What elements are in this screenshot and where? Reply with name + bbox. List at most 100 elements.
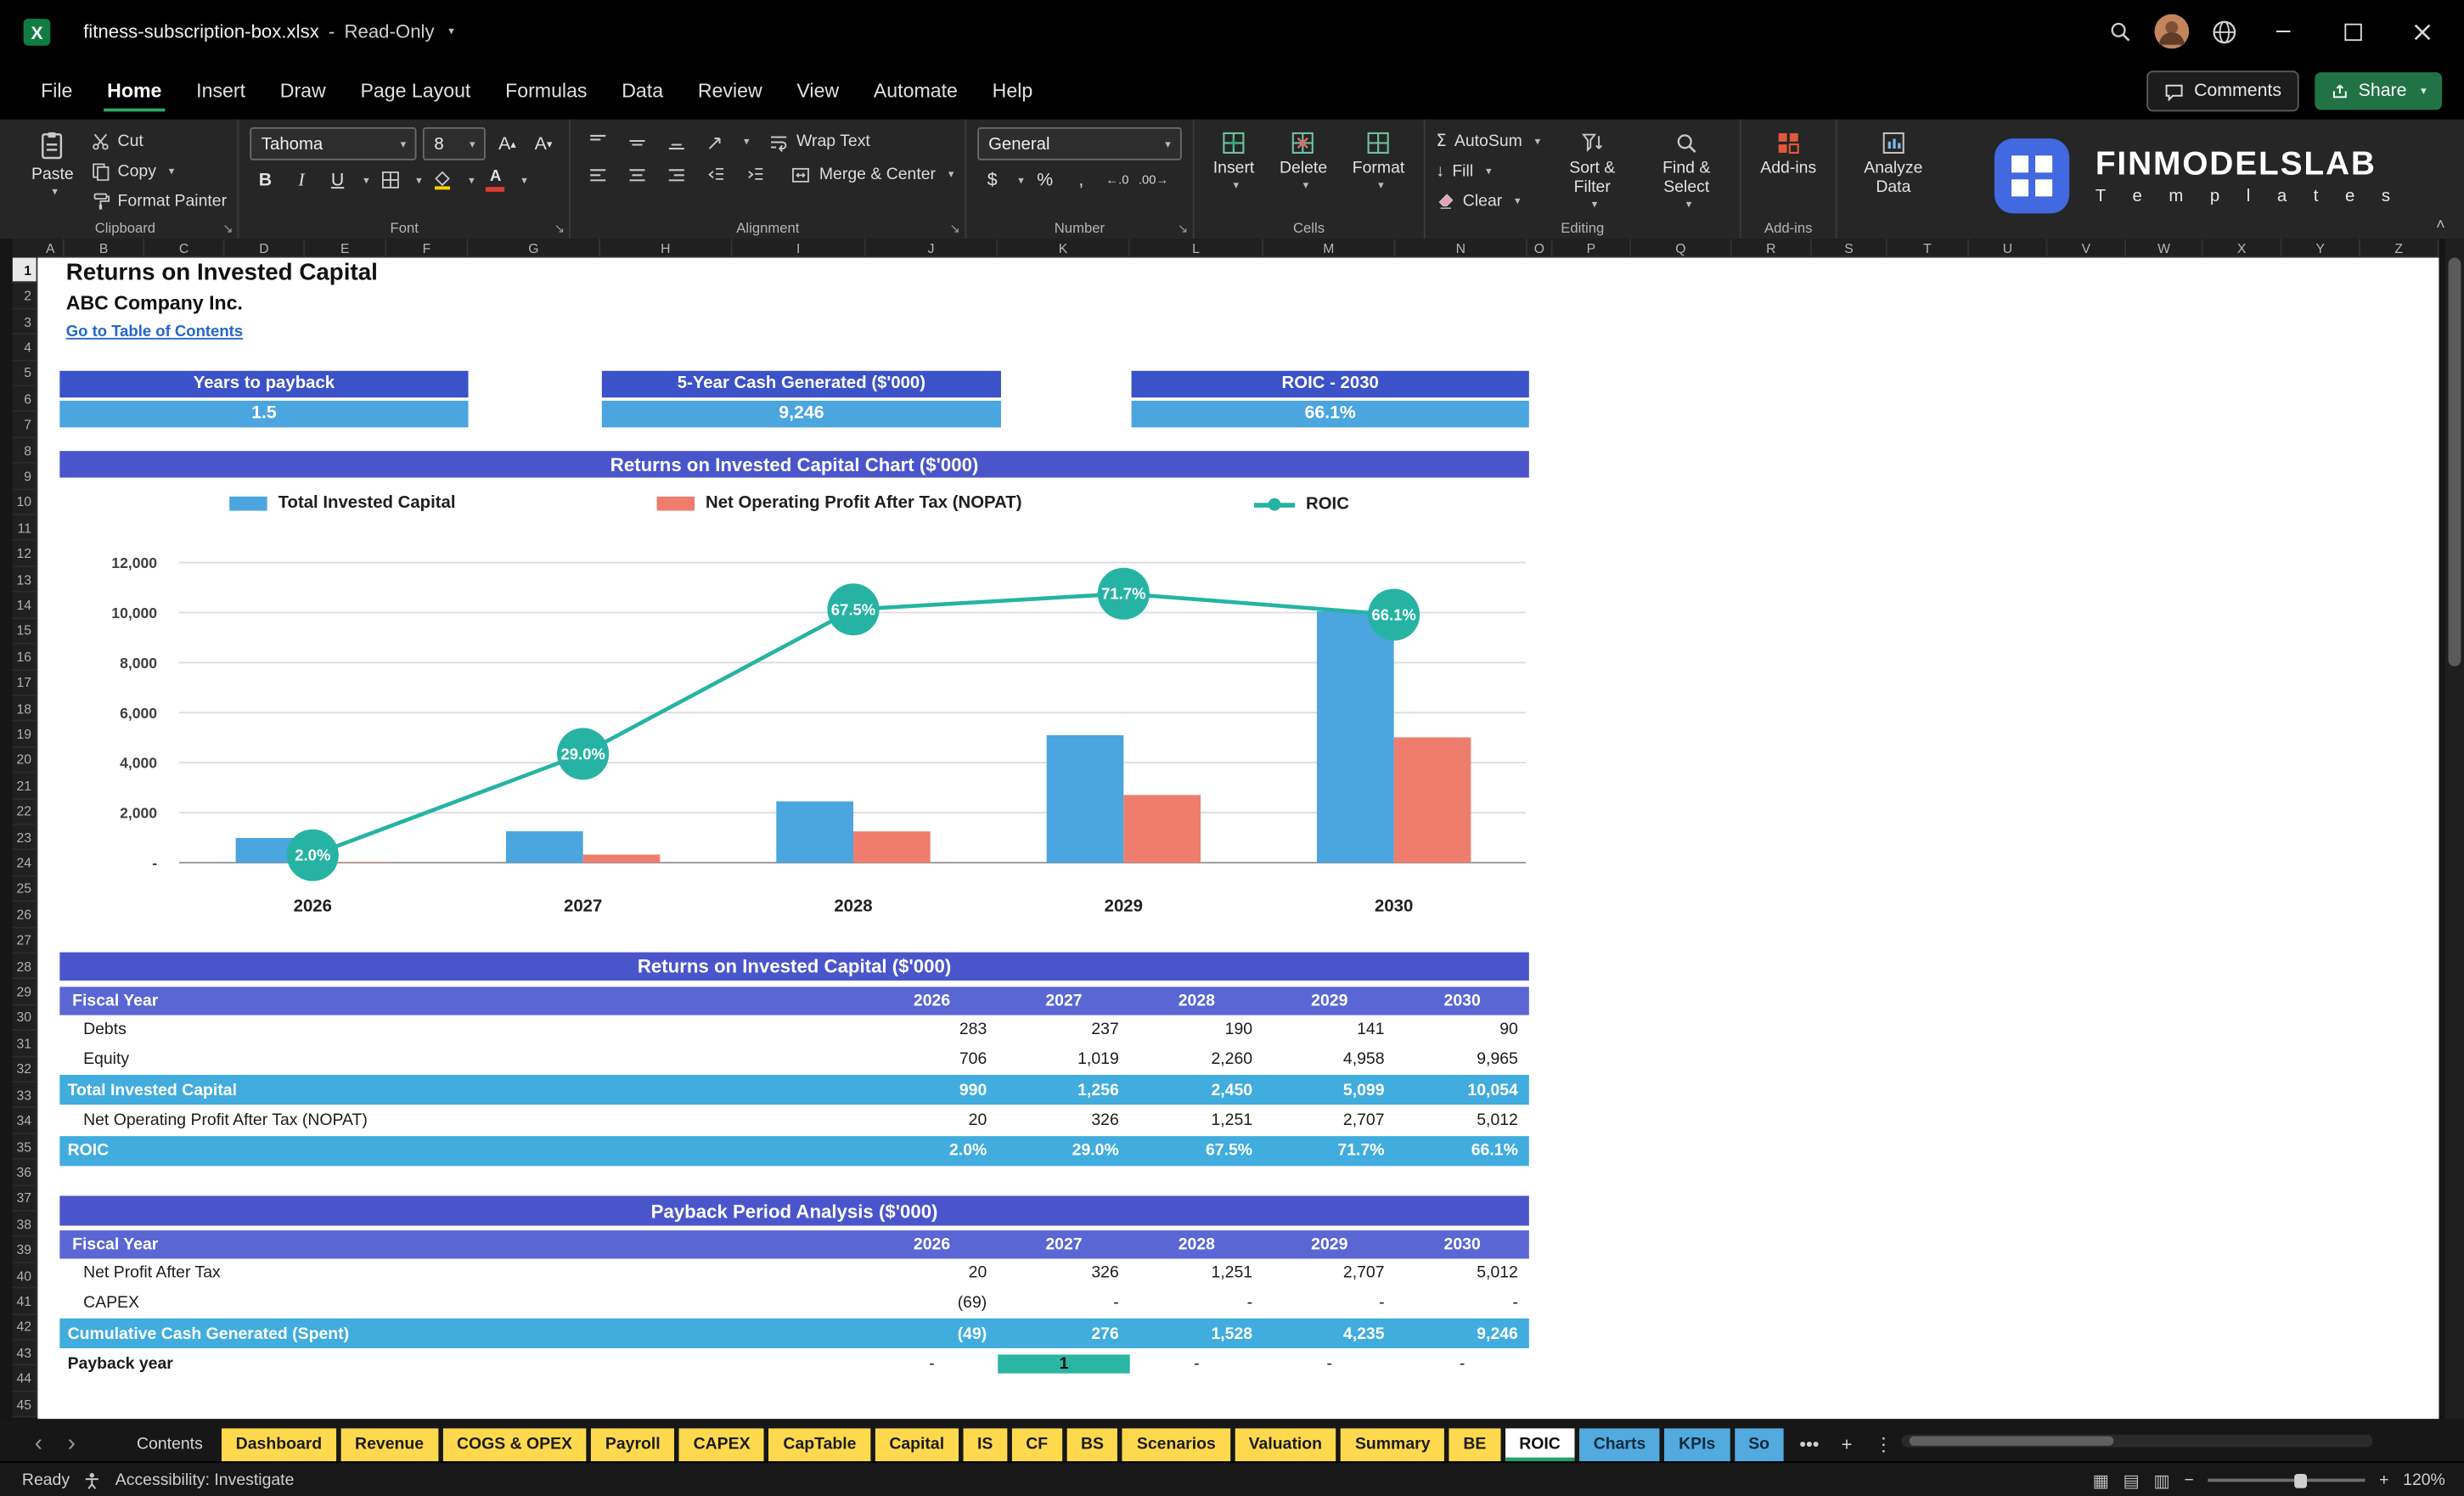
row-header-25[interactable]: 25 (12, 876, 38, 903)
row-header-37[interactable]: 37 (12, 1185, 38, 1212)
row-header-31[interactable]: 31 (12, 1031, 38, 1057)
cut-button[interactable]: Cut (91, 127, 227, 154)
cell[interactable]: (49) (866, 1324, 998, 1343)
format-cells-button[interactable]: Format ▾ (1345, 127, 1413, 197)
row-header-28[interactable]: 28 (12, 953, 38, 980)
collapse-ribbon-chevron[interactable]: ˄ (2436, 217, 2445, 233)
row-header-33[interactable]: 33 (12, 1083, 38, 1109)
table-row[interactable]: Total Invested Capital 990 1,256 2,450 5,099… (59, 1075, 1529, 1105)
restore-button[interactable] (2329, 8, 2377, 55)
menu-tab-formulas[interactable]: Formulas (490, 68, 603, 115)
sheet-tab-summary[interactable]: Summary (1341, 1428, 1445, 1462)
sheet-tab-capital[interactable]: Capital (875, 1428, 959, 1462)
sheet-tab-is[interactable]: IS (963, 1428, 1008, 1462)
add-sheet-button[interactable]: + (1831, 1433, 1864, 1461)
sheet-tab-contents[interactable]: Contents (122, 1428, 217, 1461)
cell[interactable]: - (1130, 1294, 1263, 1313)
row-header-3[interactable]: 3 (12, 309, 38, 335)
font-dialog-launcher[interactable]: ↘ (554, 222, 565, 236)
row-header-22[interactable]: 22 (12, 799, 38, 825)
menu-tab-data[interactable]: Data (606, 68, 679, 115)
sheet-tab-captable[interactable]: CapTable (768, 1428, 871, 1462)
alignment-dialog-launcher[interactable]: ↘ (949, 222, 959, 236)
menu-tab-insert[interactable]: Insert (181, 68, 262, 115)
row-header-4[interactable]: 4 (12, 335, 38, 361)
row-header-8[interactable]: 8 (12, 438, 38, 464)
row-header-23[interactable]: 23 (12, 824, 38, 851)
cell[interactable]: 67.5% (1130, 1141, 1263, 1160)
increase-indent-button[interactable] (739, 160, 772, 188)
addins-button[interactable]: Add-ins (1752, 127, 1824, 181)
row-header-34[interactable]: 34 (12, 1108, 38, 1134)
cell[interactable]: - (998, 1294, 1129, 1313)
cell[interactable]: 141 (1263, 1020, 1395, 1038)
share-button[interactable]: Share ▾ (2314, 72, 2443, 110)
sheet-tab-cf[interactable]: CF (1011, 1428, 1062, 1462)
column-header-X[interactable]: X (2202, 239, 2282, 258)
cell[interactable]: 71.7% (1263, 1141, 1395, 1160)
comments-button[interactable]: Comments (2146, 70, 2299, 112)
select-all-corner[interactable] (12, 239, 40, 260)
cell[interactable]: (69) (866, 1294, 998, 1313)
cell[interactable]: 90 (1396, 1020, 1529, 1038)
cell[interactable]: 4,958 (1263, 1050, 1395, 1069)
cell[interactable]: 1,019 (998, 1050, 1129, 1069)
cell[interactable]: 276 (998, 1324, 1129, 1343)
sheet-tab-be[interactable]: BE (1449, 1428, 1501, 1462)
cell[interactable]: 9,965 (1396, 1050, 1529, 1069)
column-header-W[interactable]: W (2126, 239, 2203, 258)
merge-center-button[interactable]: Merge & Center ▾ (791, 161, 954, 188)
row-header-1[interactable]: 1 (12, 257, 38, 284)
sheet-tab-scenarios[interactable]: Scenarios (1122, 1428, 1230, 1462)
font-size-select[interactable]: 8 ▾ (423, 127, 487, 160)
row-header-24[interactable]: 24 (12, 850, 38, 877)
align-right-button[interactable] (661, 160, 694, 188)
row-header-39[interactable]: 39 (12, 1237, 38, 1263)
insert-cells-button[interactable]: Insert ▾ (1205, 127, 1262, 197)
align-top-button[interactable] (582, 127, 615, 155)
wrap-text-button[interactable]: Wrap Text (768, 128, 870, 155)
table-row[interactable]: Net Profit After Tax 20 326 1,251 2,707 5,012 (59, 1258, 1528, 1289)
decrease-decimal-button[interactable]: .00→ (1139, 165, 1168, 194)
cell[interactable]: 190 (1130, 1020, 1263, 1038)
table-row[interactable]: ROIC 2.0% 29.0% 67.5% 71.7% 66.1% (59, 1135, 1529, 1167)
row-header-5[interactable]: 5 (12, 360, 38, 387)
column-header-L[interactable]: L (1129, 239, 1264, 258)
column-header-D[interactable]: D (224, 239, 306, 258)
cell[interactable]: 2,707 (1263, 1263, 1395, 1282)
row-header-17[interactable]: 17 (12, 670, 38, 696)
page-break-view-button[interactable]: ▥ (2153, 1470, 2169, 1490)
cell[interactable]: - (1263, 1354, 1395, 1373)
menu-tab-home[interactable]: Home (92, 68, 177, 115)
clear-button[interactable]: Clear ▾ (1436, 187, 1540, 213)
sheet-tab-revenue[interactable]: Revenue (340, 1428, 438, 1462)
row-header-45[interactable]: 45 (12, 1392, 38, 1418)
accessibility-status[interactable]: Accessibility: Investigate (115, 1471, 295, 1489)
roic-header-row[interactable]: Fiscal Year 2026 2027 2028 2029 2030 (59, 987, 1529, 1015)
menu-tab-file[interactable]: File (25, 68, 88, 115)
cell[interactable]: - (1130, 1354, 1263, 1373)
cell[interactable]: 1,251 (1130, 1111, 1263, 1130)
close-button[interactable] (2398, 8, 2445, 55)
zoom-level[interactable]: 120% (2403, 1471, 2445, 1489)
cell[interactable]: 5,012 (1396, 1263, 1529, 1282)
clipboard-dialog-launcher[interactable]: ↘ (222, 222, 233, 236)
row-header-40[interactable]: 40 (12, 1263, 38, 1290)
column-header-T[interactable]: T (1887, 239, 1970, 258)
row-header-32[interactable]: 32 (12, 1056, 38, 1083)
column-header-Z[interactable]: Z (2360, 239, 2439, 258)
fill-button[interactable]: ↓ Fill ▾ (1436, 157, 1540, 183)
minimize-button[interactable]: – (2259, 8, 2307, 55)
column-header-U[interactable]: U (1969, 239, 2048, 258)
accounting-format-button[interactable]: $ (977, 165, 1007, 194)
cell[interactable]: 1,528 (1130, 1324, 1263, 1343)
row-header-38[interactable]: 38 (12, 1212, 38, 1238)
column-header-S[interactable]: S (1811, 239, 1887, 258)
percent-style-button[interactable]: % (1030, 165, 1060, 194)
align-middle-button[interactable] (622, 127, 655, 155)
cell[interactable]: 1 (998, 1354, 1130, 1374)
column-header-K[interactable]: K (998, 239, 1130, 258)
row-header-42[interactable]: 42 (12, 1314, 38, 1341)
column-header-A[interactable]: A (37, 239, 65, 258)
row-header-18[interactable]: 18 (12, 695, 38, 723)
